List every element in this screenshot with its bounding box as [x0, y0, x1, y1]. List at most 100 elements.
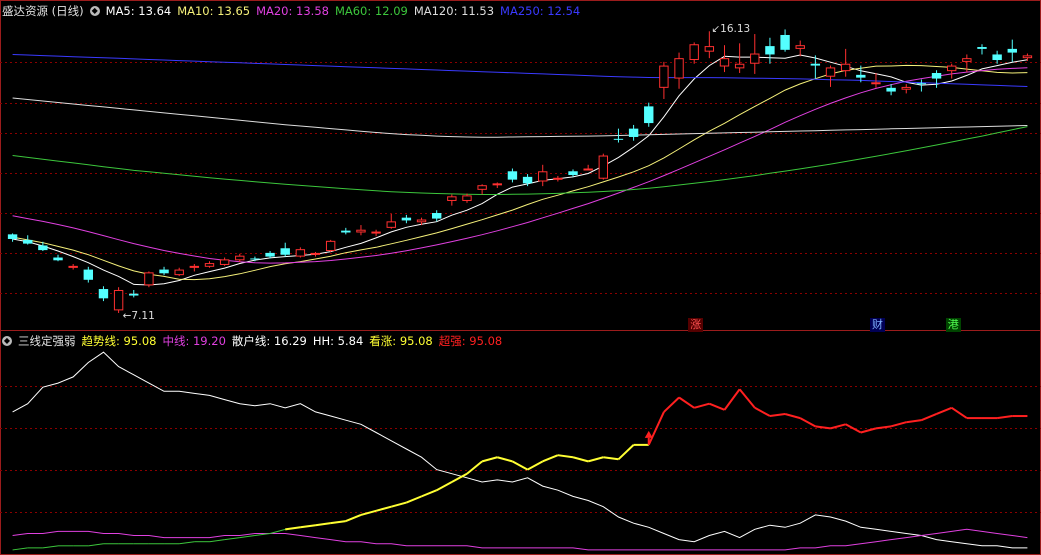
candle-body-down	[568, 171, 578, 175]
trend-line-segment	[996, 415, 1013, 420]
trend-line-segment	[315, 522, 331, 527]
trend-line-segment	[375, 505, 392, 512]
indicator-legend-item-4: 看涨: 95.08	[369, 334, 433, 348]
trend-line-segment	[693, 402, 710, 409]
ma-line-ma20	[12, 67, 1028, 264]
ma-legend-item-0: MA5: 13.64	[105, 4, 172, 18]
candle-body-up	[386, 221, 396, 228]
candle-body-up	[840, 63, 851, 72]
candle-body-down	[628, 128, 639, 137]
candle-body-up	[295, 249, 306, 257]
trend-line-segment	[451, 472, 468, 483]
candle-body-up	[946, 65, 957, 72]
trend-line-segment	[572, 456, 589, 463]
candle-body-up	[462, 195, 472, 201]
trend-line-segment	[542, 454, 559, 463]
trend-line-segment	[497, 456, 513, 463]
event-badge[interactable]: 财	[869, 318, 885, 332]
ma-legend-item-3: MA60: 12.09	[334, 4, 408, 18]
candle-body-up	[492, 183, 502, 186]
trend-line-segment	[784, 413, 801, 420]
candle-body-up	[174, 269, 184, 276]
candle-body-up	[371, 231, 381, 234]
chart-canvas	[0, 0, 1041, 555]
indicator-toggle-icon[interactable]: ◆	[2, 336, 12, 346]
candle-body-down	[916, 83, 927, 85]
candle-body-down	[780, 34, 790, 50]
trend-line-segment	[42, 545, 59, 549]
candle-body-down	[280, 248, 290, 255]
indicator-toggle-icon[interactable]: ◆	[89, 6, 100, 16]
candle-body-down	[765, 46, 775, 55]
mid-line	[12, 528, 1028, 551]
trend-line-segment	[239, 535, 255, 539]
candle-body-down	[129, 293, 139, 296]
candle-body-down	[931, 73, 942, 79]
high-price-label: ↙16.13	[711, 23, 751, 36]
candle-body-down	[644, 106, 654, 124]
stock-title: 盛达资源 (日线)	[2, 4, 84, 18]
candle-body-down	[53, 257, 63, 261]
candle-body-down	[159, 269, 169, 274]
trend-line-segment	[603, 456, 619, 461]
candle-body-up	[68, 265, 78, 268]
ma-legend-item-2: MA20: 13.58	[256, 4, 329, 18]
candle-body-up	[416, 219, 427, 223]
trend-line-segment	[209, 539, 225, 543]
candle-body-up	[219, 259, 230, 265]
event-badge[interactable]: 港	[945, 318, 961, 332]
trend-line-segment	[527, 460, 544, 471]
ma-line-ma250	[12, 54, 1028, 87]
candle-body-up	[704, 46, 715, 52]
candle-body-down	[38, 245, 48, 251]
trend-line-segment	[421, 489, 438, 498]
low-price-label: ←7.11	[122, 309, 155, 322]
indicator-legend-item-3: HH: 5.84	[312, 334, 364, 348]
candle-body-up	[734, 63, 745, 69]
indicator-legend-item-0: 趋势线: 95.08	[81, 334, 157, 348]
candle-body-down	[992, 54, 1002, 61]
trend-line-segment	[723, 388, 741, 411]
candle-body-up	[1022, 55, 1033, 59]
retail-line	[12, 351, 1028, 549]
trend-line-segment	[663, 396, 680, 413]
candle-body-down	[341, 230, 351, 233]
event-badge[interactable]: 涨	[688, 318, 704, 332]
candle-body-down	[23, 239, 33, 244]
candle-body-down	[265, 252, 275, 257]
trend-line-segment	[511, 460, 529, 471]
trend-line-segment	[436, 481, 453, 492]
trend-line-segment	[360, 509, 377, 516]
candle-body-down	[522, 176, 533, 184]
indicator-title: 三线定强弱	[18, 334, 76, 348]
candle-body-down	[250, 258, 260, 260]
indicator-legend-item-1: 中线: 19.20	[162, 334, 226, 348]
candle-body-up	[356, 229, 366, 233]
indicator-legend-item-2: 散户线: 16.29	[231, 334, 307, 348]
trend-line-segment	[330, 520, 346, 525]
trend-line-segment	[830, 423, 846, 430]
candle-body-down	[7, 234, 18, 239]
trend-line-segment	[708, 402, 725, 411]
trend-line-segment	[845, 423, 862, 434]
high-price-value: 16.13	[720, 23, 751, 36]
chart-frame	[0, 0, 1041, 555]
candle-body-up	[795, 45, 805, 49]
trend-line-segment	[754, 406, 771, 417]
breakout-arrow-icon	[644, 430, 653, 438]
candle-body-up	[719, 58, 730, 67]
trend-line-segment	[936, 406, 953, 415]
trend-line-segment	[406, 495, 422, 504]
trend-line-segment	[890, 421, 907, 428]
sub-chart-header: ◆ 三线定强弱 趋势线: 95.08 中线: 19.20 散户线: 16.29 HH:…	[2, 333, 514, 349]
trend-line-segment	[557, 454, 574, 459]
candle-body-up	[325, 240, 336, 252]
candle-body-down	[613, 138, 624, 140]
ma-legend: MA5: 13.64 MA10: 13.65 MA20: 13.58 MA60: 12…	[106, 3, 587, 19]
trend-line-segment	[799, 417, 816, 428]
trend-line-segment	[587, 456, 604, 463]
trend-line-segment	[345, 513, 362, 523]
candle-body-down	[98, 289, 109, 299]
low-price-value: 7.11	[131, 309, 155, 322]
trend-line-segment	[951, 406, 968, 419]
